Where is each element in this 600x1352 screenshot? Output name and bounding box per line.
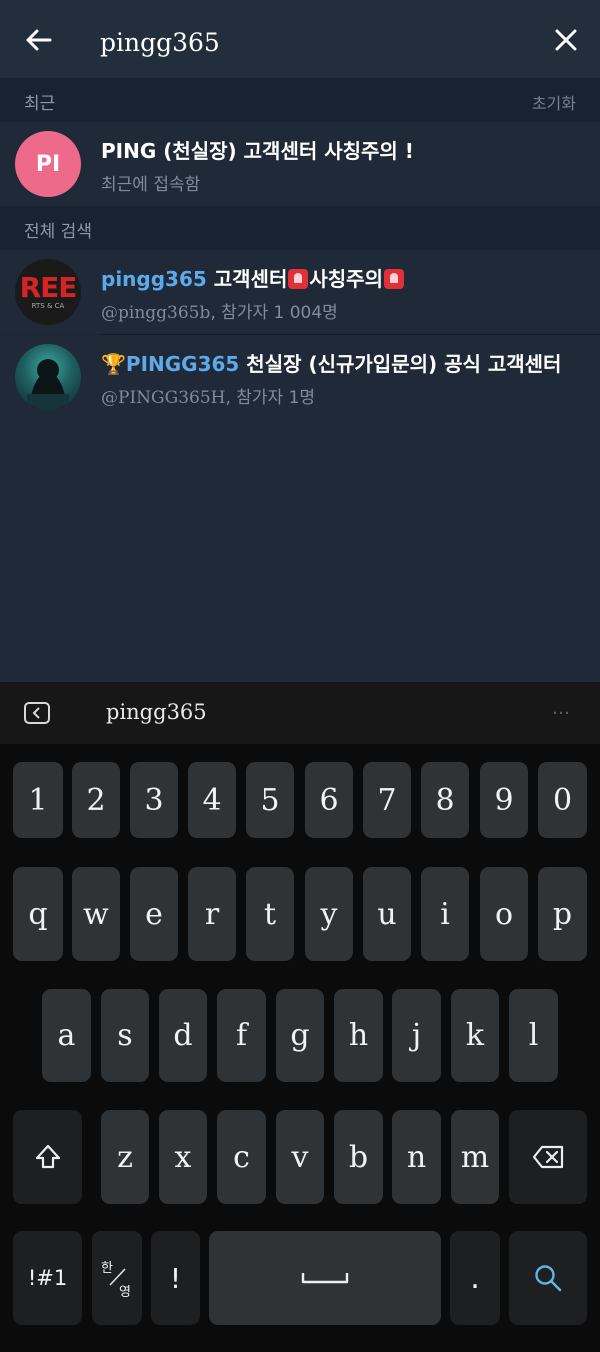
name-text: 고객센터 xyxy=(206,267,288,291)
channel-handle: @pingg365b xyxy=(101,303,211,323)
shift-key[interactable] xyxy=(13,1110,82,1204)
recent-title: 최근 xyxy=(24,94,56,114)
period-key[interactable]: . xyxy=(450,1231,500,1325)
avatar: PI xyxy=(15,131,81,197)
name-text: 사칭주의 xyxy=(309,267,383,291)
clear-search-button[interactable] xyxy=(548,22,584,58)
key-k[interactable]: k xyxy=(451,989,499,1082)
avatar-logo-text: REE xyxy=(19,270,78,304)
keyboard-suggestion[interactable]: pingg365 xyxy=(106,700,207,724)
key-l[interactable]: l xyxy=(509,989,558,1082)
chat-name: PING (천실장) 고객센터 사칭주의 ! xyxy=(101,139,414,163)
key-9[interactable]: 9 xyxy=(480,762,528,838)
search-key[interactable] xyxy=(509,1231,587,1325)
recent-section-header: 최근 초기화 xyxy=(0,78,600,122)
key-c[interactable]: c xyxy=(217,1110,266,1204)
backspace-icon xyxy=(532,1145,564,1169)
exclamation-key[interactable]: ! xyxy=(151,1231,200,1325)
symbols-key[interactable]: !#1 xyxy=(13,1231,82,1325)
channel-avatar: REE RTS & CA xyxy=(15,259,81,325)
close-icon xyxy=(555,29,577,51)
keyboard-suggestion-bar: pingg365 … xyxy=(0,682,600,744)
key-8[interactable]: 8 xyxy=(421,762,469,838)
member-count: , 참가자 1명 xyxy=(225,388,316,408)
lang-english-label: 영 xyxy=(119,1285,131,1300)
keyboard: 1 2 3 4 5 6 7 8 9 0 q w e r t y u i o p … xyxy=(0,744,600,1352)
trophy-icon: 🏆 xyxy=(101,352,126,376)
chevron-left-icon xyxy=(32,707,40,719)
key-w[interactable]: w xyxy=(72,867,120,961)
key-6[interactable]: 6 xyxy=(305,762,353,838)
key-d[interactable]: d xyxy=(159,989,207,1082)
key-t[interactable]: t xyxy=(246,867,294,961)
search-icon xyxy=(535,1265,562,1292)
key-h[interactable]: h xyxy=(334,989,383,1082)
key-x[interactable]: x xyxy=(159,1110,207,1204)
recent-chat-row[interactable]: PI PING (천실장) 고객센터 사칭주의 ! 최근에 접속함 xyxy=(0,122,600,206)
avatar-logo-subtext: RTS & CA xyxy=(31,301,65,310)
key-z[interactable]: z xyxy=(101,1110,149,1204)
key-u[interactable]: u xyxy=(363,867,411,961)
channel-handle: @PINGG365H xyxy=(101,388,226,408)
slash-divider-icon xyxy=(109,1268,126,1286)
key-a[interactable]: a xyxy=(42,989,91,1082)
key-q[interactable]: q xyxy=(13,867,63,961)
channel-meta: @PINGG365H, 참가자 1명 xyxy=(101,383,315,408)
search-input[interactable] xyxy=(100,24,520,60)
key-m[interactable]: m xyxy=(451,1110,499,1204)
key-3[interactable]: 3 xyxy=(130,762,178,838)
key-n[interactable]: n xyxy=(392,1110,441,1204)
language-switch-key[interactable]: 한 영 xyxy=(92,1231,142,1325)
police-light-icon xyxy=(288,269,309,289)
clear-recent-button[interactable]: 초기화 xyxy=(532,90,576,114)
key-0[interactable]: 0 xyxy=(538,762,587,838)
key-5[interactable]: 5 xyxy=(246,762,294,838)
key-r[interactable]: r xyxy=(188,867,236,961)
name-text: 천실장 (신규가입문의) 공식 고객센터 xyxy=(239,352,562,376)
key-2[interactable]: 2 xyxy=(72,762,120,838)
key-s[interactable]: s xyxy=(101,989,149,1082)
arrow-left-icon xyxy=(26,29,52,51)
search-header xyxy=(0,0,600,78)
key-v[interactable]: v xyxy=(276,1110,324,1204)
shift-icon xyxy=(35,1144,60,1169)
search-result-row[interactable]: REE RTS & CA pingg365 고객센터 사칭주의 @pingg365… xyxy=(0,250,600,334)
channel-name: pingg365 고객센터 사칭주의 xyxy=(101,263,405,292)
backspace-key[interactable] xyxy=(509,1110,587,1204)
global-search-header: 전체 검색 xyxy=(0,206,600,250)
last-seen-status: 최근에 접속함 xyxy=(101,175,201,195)
key-4[interactable]: 4 xyxy=(188,762,236,838)
key-g[interactable]: g xyxy=(276,989,324,1082)
channel-name: 🏆PINGG365 천실장 (신규가입문의) 공식 고객센터 xyxy=(101,348,561,377)
global-search-title: 전체 검색 xyxy=(24,222,92,242)
more-options-icon[interactable]: … xyxy=(552,698,571,719)
key-j[interactable]: j xyxy=(392,989,441,1082)
key-p[interactable]: p xyxy=(538,867,587,961)
back-button[interactable] xyxy=(20,22,56,58)
key-y[interactable]: y xyxy=(305,867,353,961)
channel-avatar xyxy=(15,344,81,410)
key-b[interactable]: b xyxy=(334,1110,383,1204)
keyboard-collapse-button[interactable] xyxy=(24,702,50,724)
avatar-initials: PI xyxy=(35,151,61,177)
channel-meta: @pingg365b, 참가자 1 004명 xyxy=(101,298,338,323)
police-light-icon xyxy=(383,269,404,289)
key-e[interactable]: e xyxy=(130,867,178,961)
key-1[interactable]: 1 xyxy=(13,762,63,838)
hooded-figure-icon xyxy=(27,359,69,410)
search-result-row[interactable]: 🏆PINGG365 천실장 (신규가입문의) 공식 고객센터 @PINGG365… xyxy=(0,335,600,419)
key-7[interactable]: 7 xyxy=(363,762,411,838)
key-f[interactable]: f xyxy=(217,989,266,1082)
key-o[interactable]: o xyxy=(480,867,528,961)
member-count: , 참가자 1 004명 xyxy=(210,303,338,323)
space-key[interactable] xyxy=(209,1231,441,1325)
key-i[interactable]: i xyxy=(421,867,469,961)
name-match-highlight: pingg365 xyxy=(101,267,207,291)
space-bar-icon xyxy=(301,1273,349,1284)
name-match-highlight: PINGG365 xyxy=(125,352,240,376)
results-empty-area xyxy=(0,418,600,682)
